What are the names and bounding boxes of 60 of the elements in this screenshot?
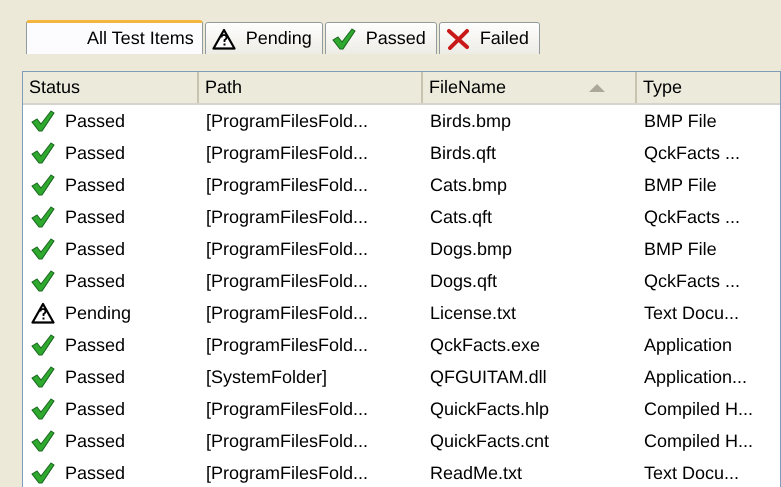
- table-cell-text: QckFacts.exe: [429, 334, 542, 356]
- table-cell-text: [ProgramFilesFold...: [205, 270, 370, 293]
- table-cell-text: Dogs.qft: [429, 270, 498, 293]
- table-cell-text: BMP File: [643, 238, 718, 260]
- table-cell-text: Text Docu...: [643, 462, 740, 484]
- tab[interactable]: Pending: [204, 22, 323, 54]
- checkmark-icon: [332, 28, 356, 50]
- table-cell-text: QckFacts ...: [643, 206, 742, 228]
- status-text: Passed: [65, 334, 126, 356]
- status-text: Passed: [65, 462, 126, 484]
- table-cell-text: Application...: [643, 366, 748, 389]
- table-cell-text: [ProgramFilesFold...: [205, 142, 370, 165]
- status-text: Pending: [65, 302, 132, 325]
- table-cell-text: QckFacts ...: [643, 270, 742, 292]
- table-cell-text: [ProgramFilesFold...: [205, 398, 370, 421]
- status-text: Passed: [65, 270, 126, 292]
- status-text: Passed: [65, 398, 126, 420]
- status-text: Passed: [65, 142, 126, 164]
- table-cell-text: BMP File: [643, 110, 718, 132]
- table-cell-text: [ProgramFilesFold...: [205, 174, 370, 197]
- tab[interactable]: All Test Items: [26, 20, 203, 54]
- status-text: Passed: [65, 110, 126, 132]
- table-cell-text: Dogs.bmp: [429, 238, 514, 261]
- table-cell-text: QuickFacts.hlp: [429, 398, 550, 421]
- table-cell-text: ReadMe.txt: [429, 462, 524, 484]
- status-text: Passed: [65, 174, 126, 196]
- column-header[interactable]: Path: [199, 72, 423, 103]
- table-cell-text: [SystemFolder]: [205, 366, 328, 389]
- cross-icon: [446, 28, 470, 50]
- column-header[interactable]: Status: [23, 72, 199, 103]
- table-cell-text: BMP File: [643, 174, 718, 196]
- table-cell-text: [ProgramFilesFold...: [205, 238, 370, 261]
- table-cell-text: QFGUITAM.dll: [429, 366, 548, 388]
- table-cell-text: Cats.bmp: [429, 174, 508, 197]
- status-text: Passed: [65, 206, 126, 228]
- table-cell-text: [ProgramFilesFold...: [205, 110, 370, 133]
- status-text: Passed: [65, 366, 126, 388]
- table-cell-text: [ProgramFilesFold...: [205, 302, 370, 325]
- table-cell-text: Application: [643, 334, 734, 357]
- tab[interactable]: Failed: [438, 22, 540, 54]
- table-cell-text: License.txt: [429, 302, 518, 324]
- table-cell-text: Cats.qft: [429, 206, 494, 229]
- table-cell-text: QckFacts ...: [643, 142, 742, 164]
- table-cell-text: [ProgramFilesFold...: [205, 430, 370, 453]
- table-cell-text: Compiled H...: [643, 430, 754, 453]
- table-cell-text: Birds.bmp: [429, 110, 512, 133]
- table-cell-text: [ProgramFilesFold...: [205, 334, 370, 357]
- table-cell-text: Birds.qft: [429, 142, 498, 165]
- sort-arrow-icon: [589, 84, 605, 92]
- column-header[interactable]: FileName: [423, 72, 637, 103]
- column-header[interactable]: Type: [637, 72, 780, 103]
- table-cell-text: [ProgramFilesFold...: [205, 206, 370, 229]
- status-text: Passed: [65, 238, 126, 260]
- status-text: Passed: [65, 430, 126, 452]
- tab[interactable]: Passed: [324, 22, 437, 54]
- table-cell-text: QuickFacts.cnt: [429, 430, 550, 452]
- table-cell-text: Text Docu...: [643, 302, 740, 324]
- table-cell-text: [ProgramFilesFold...: [205, 462, 370, 485]
- warning-icon: [212, 28, 236, 50]
- table-cell-text: Compiled H...: [643, 398, 754, 421]
